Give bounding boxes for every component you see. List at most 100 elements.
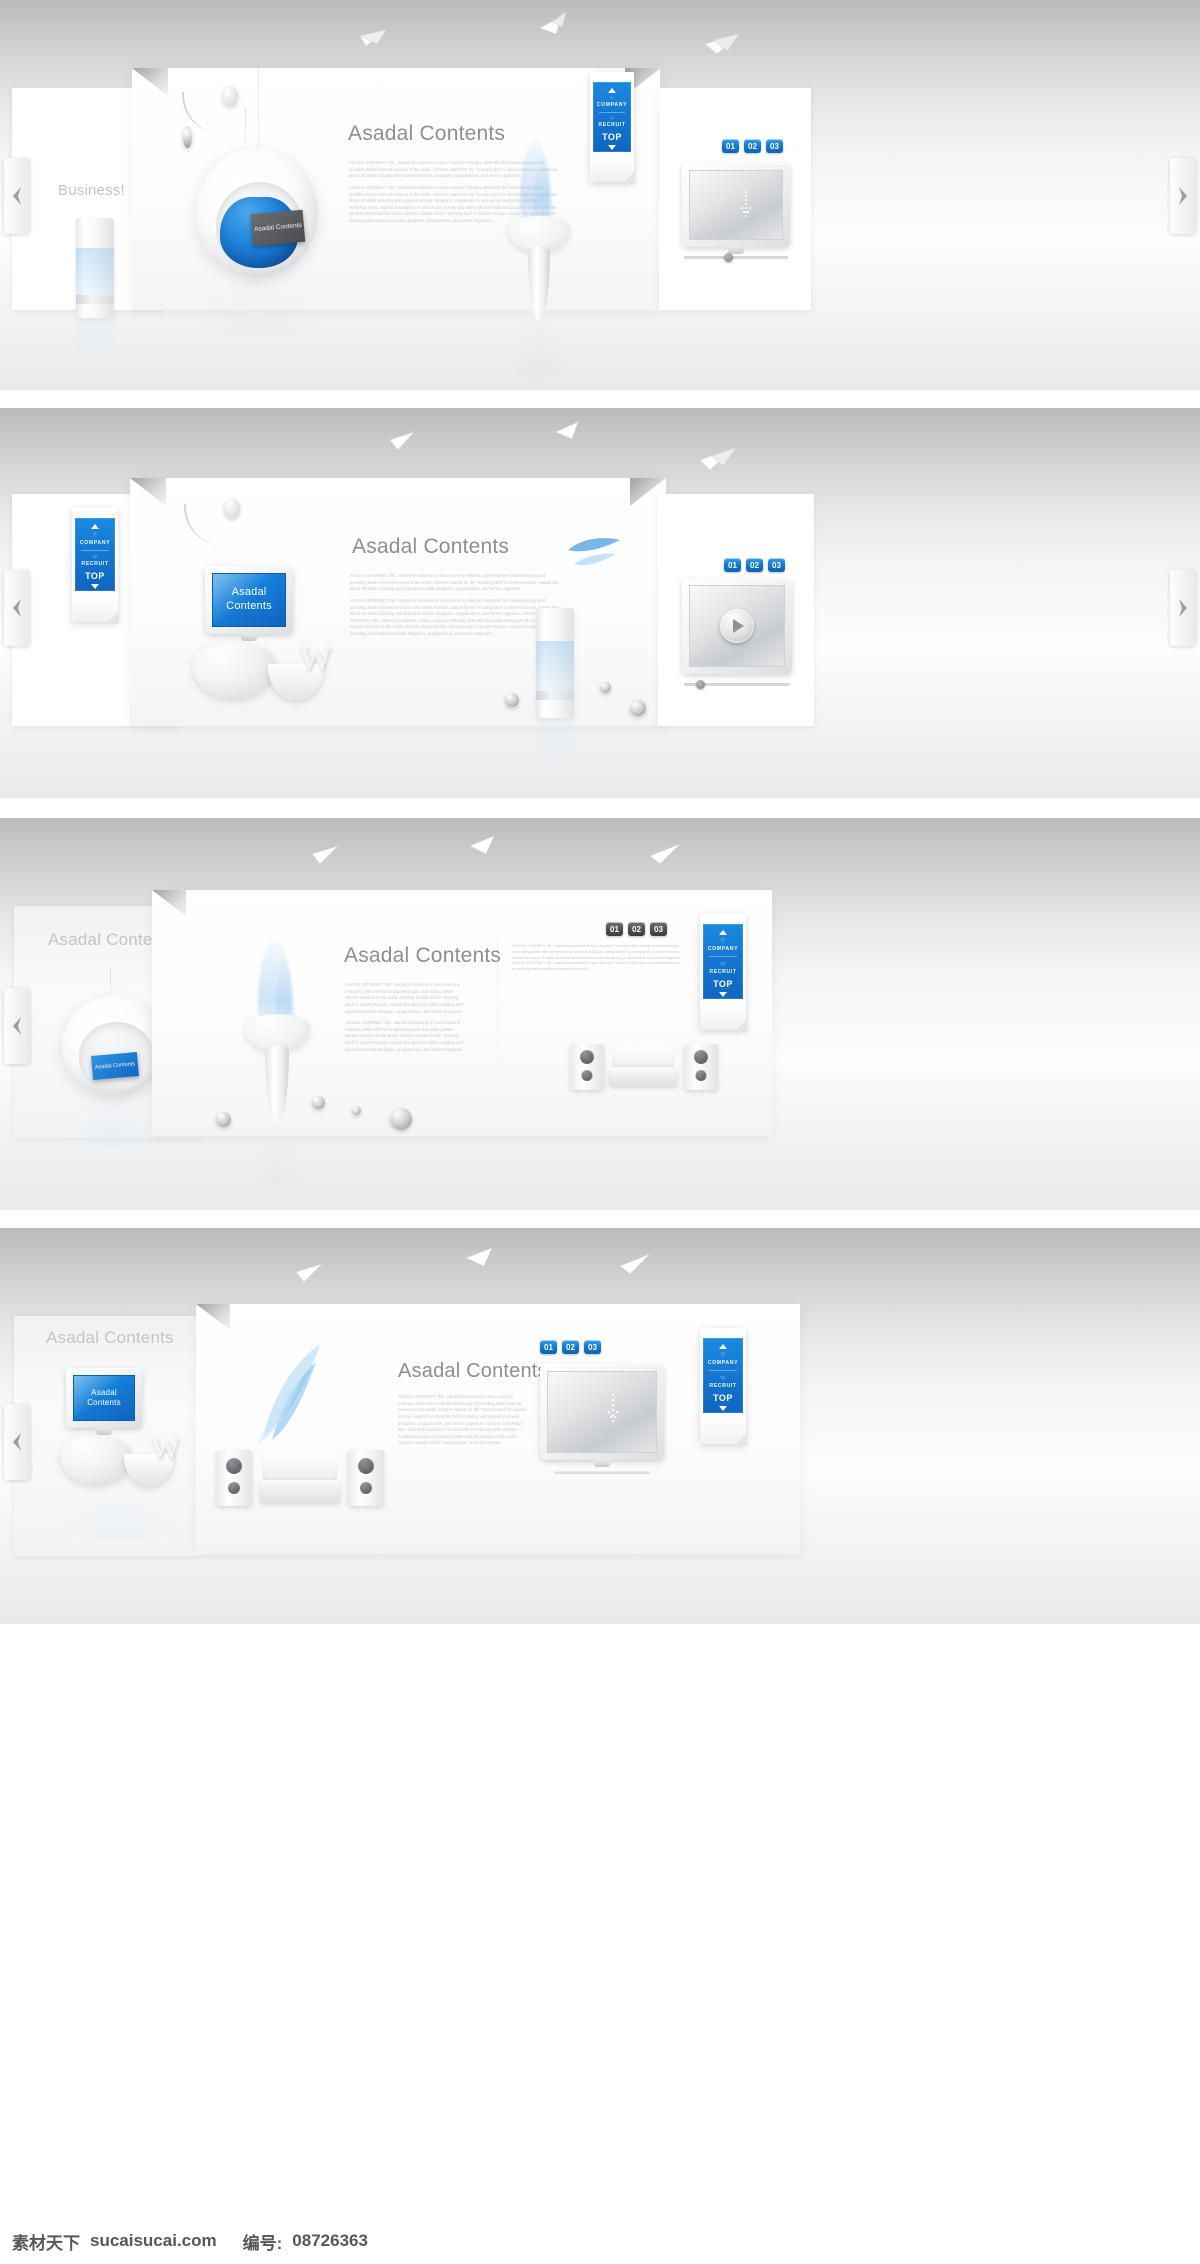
badge-02[interactable]: 02 bbox=[628, 922, 645, 936]
panel1-monitor bbox=[682, 163, 790, 254]
panel3-body-1: ASADAL INTERNET, INC. started its busine… bbox=[345, 982, 464, 1014]
sidenav-top-label[interactable]: TOP bbox=[85, 571, 105, 581]
panel2-next-arrow[interactable] bbox=[1170, 570, 1196, 646]
banner-panel-1: Business! Asadal Contents Asadal Content… bbox=[0, 0, 1200, 390]
triangle-up-icon[interactable] bbox=[719, 1344, 727, 1350]
panel2-blue-swoosh bbox=[568, 538, 620, 566]
speaker-cone-top bbox=[358, 1458, 374, 1474]
triangle-down-icon[interactable] bbox=[608, 145, 616, 151]
panel1-slider-knob[interactable] bbox=[724, 253, 733, 262]
panel1-side-label: Business! bbox=[58, 182, 125, 199]
badge-02[interactable]: 02 bbox=[746, 558, 763, 572]
sidenav-blue-strip: COMPANY RECRUIT TOP bbox=[75, 518, 115, 592]
panel4-letter-mark: W bbox=[150, 1432, 180, 1465]
sidenav-recruit-label[interactable]: RECRUIT bbox=[709, 1383, 736, 1389]
panel1-cylinder-reflection bbox=[76, 318, 114, 382]
watermark-site-cn: 素材天下 bbox=[12, 2233, 80, 2253]
play-icon[interactable] bbox=[720, 609, 754, 643]
cylinder-band bbox=[536, 690, 574, 701]
panel1-sidenav[interactable]: COMPANY RECRUIT TOP bbox=[590, 72, 635, 184]
panel4-speaker-right bbox=[348, 1450, 384, 1506]
panel2-slider-track[interactable] bbox=[684, 680, 790, 689]
speaker-cone-bottom bbox=[581, 1070, 593, 1081]
dotted-arrow-icon bbox=[608, 1393, 619, 1422]
sofa-back bbox=[611, 1046, 675, 1069]
sidenav-page-curl bbox=[734, 1433, 747, 1446]
panel1-vase-reflection bbox=[508, 316, 570, 378]
player-screen bbox=[689, 585, 785, 667]
badge-03[interactable]: 03 bbox=[766, 139, 783, 153]
badge-01[interactable]: 01 bbox=[724, 558, 741, 572]
panel2-body-1: ASADAL INTERNET, INC. started its busine… bbox=[350, 573, 559, 592]
sidenav-company-label[interactable]: COMPANY bbox=[708, 1360, 738, 1366]
panel4-prev-arrow[interactable] bbox=[4, 1404, 30, 1480]
panel1-next-arrow[interactable] bbox=[1170, 158, 1196, 234]
panel3-ball-a bbox=[216, 1112, 231, 1127]
panel2-body-block: ASADAL INTERNET, INC. started its busine… bbox=[350, 573, 560, 643]
triangle-down-icon[interactable] bbox=[91, 584, 99, 590]
sidenav-company-label[interactable]: COMPANY bbox=[708, 946, 738, 952]
panel4-left-reflection bbox=[60, 1484, 180, 1540]
chevron-left-icon bbox=[13, 1433, 21, 1451]
sofa-seat bbox=[259, 1479, 341, 1504]
monitor-stand bbox=[241, 634, 257, 641]
sidenav-company-label[interactable]: COMPANY bbox=[597, 102, 627, 108]
badge-03[interactable]: 03 bbox=[768, 558, 785, 572]
panel4-sofa bbox=[256, 1454, 344, 1510]
monitor-screen-blue: Asadal Contents bbox=[212, 573, 286, 627]
panel2-body-2: ASADAL INTERNET, INC. started its busine… bbox=[350, 597, 559, 636]
banner-panel-2: COMPANY RECRUIT TOP Asadal Contents W As… bbox=[0, 408, 1200, 798]
panel3-prev-arrow[interactable] bbox=[4, 988, 30, 1064]
triangle-down-icon[interactable] bbox=[719, 991, 727, 997]
panel4-side-monitor: Asadal Contents bbox=[66, 1368, 142, 1435]
chevron-left-icon bbox=[13, 1017, 21, 1035]
sidenav-blue-strip: COMPANY RECRUIT TOP bbox=[593, 81, 631, 153]
sidenav-page-curl bbox=[106, 611, 119, 624]
dotted-arrow-icon bbox=[740, 191, 751, 218]
panel1-slider-track[interactable] bbox=[684, 253, 788, 262]
badge-03[interactable]: 03 bbox=[584, 1340, 601, 1354]
dotted-heart-icon bbox=[92, 554, 98, 559]
panel2-ball-b bbox=[600, 682, 611, 693]
panel1-prev-arrow[interactable] bbox=[4, 158, 30, 234]
badge-01[interactable]: 01 bbox=[606, 922, 623, 936]
sidenav-top-label[interactable]: TOP bbox=[602, 132, 622, 142]
sidenav-recruit-label[interactable]: RECRUIT bbox=[81, 561, 108, 567]
panel2-slider-knob[interactable] bbox=[696, 680, 705, 689]
sidenav-recruit-label[interactable]: RECRUIT bbox=[709, 969, 736, 975]
cylinder-liquid bbox=[76, 248, 114, 296]
sidenav-top-label[interactable]: TOP bbox=[713, 1393, 733, 1403]
panel3-badges: 01 02 03 bbox=[606, 922, 667, 936]
panel2-monitor: Asadal Contents bbox=[205, 566, 293, 641]
chevron-left-icon bbox=[13, 599, 21, 617]
badge-01[interactable]: 01 bbox=[722, 139, 739, 153]
panel3-body-2: ASADAL INTERNET, INC. started its busine… bbox=[345, 1020, 464, 1052]
sidenav-top-label[interactable]: TOP bbox=[713, 979, 733, 989]
triangle-up-icon[interactable] bbox=[719, 930, 727, 936]
speaker-cone-bottom bbox=[228, 1482, 240, 1494]
panel2-sidenav[interactable]: COMPANY RECRUIT TOP bbox=[72, 508, 119, 624]
panel4-sidenav[interactable]: COMPANY RECRUIT TOP bbox=[700, 1328, 747, 1446]
cylinder-band bbox=[76, 295, 114, 304]
screen-gloss bbox=[690, 171, 782, 237]
speaker-cone-bottom bbox=[695, 1070, 707, 1081]
badge-02[interactable]: 02 bbox=[562, 1340, 579, 1354]
badge-01[interactable]: 01 bbox=[540, 1340, 557, 1354]
chevron-right-icon bbox=[1179, 187, 1187, 205]
sidenav-recruit-label[interactable]: RECRUIT bbox=[598, 122, 625, 128]
panel4-screen-title: Asadal Contents bbox=[74, 1388, 134, 1408]
badge-03[interactable]: 03 bbox=[650, 922, 667, 936]
panel4-body-block: ASADAL INTERNET, INC. started its busine… bbox=[398, 1394, 530, 1452]
badge-02[interactable]: 02 bbox=[744, 139, 761, 153]
panel1-chair-tag: Asadal Contents bbox=[250, 209, 306, 247]
sidenav-company-label[interactable]: COMPANY bbox=[80, 540, 110, 546]
triangle-down-icon[interactable] bbox=[719, 1405, 727, 1411]
panel2-cylinder bbox=[536, 608, 574, 718]
dotted-heart-icon bbox=[610, 117, 614, 120]
panel2-prev-arrow[interactable] bbox=[4, 570, 30, 646]
panel3-sidenav[interactable]: COMPANY RECRUIT TOP bbox=[700, 914, 747, 1032]
triangle-up-icon[interactable] bbox=[608, 87, 616, 93]
panel4-speaker-left bbox=[216, 1450, 252, 1506]
triangle-up-icon[interactable] bbox=[91, 524, 99, 530]
panel2-lamp-head bbox=[224, 498, 240, 518]
